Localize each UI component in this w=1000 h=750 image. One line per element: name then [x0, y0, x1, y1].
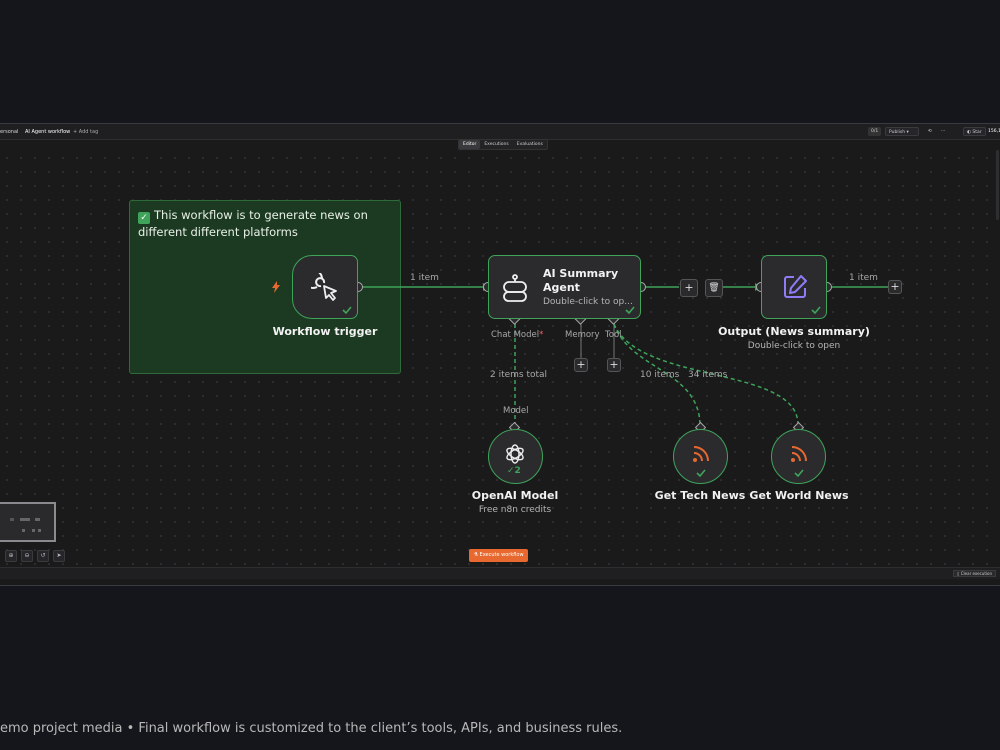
- rss-icon: [791, 446, 807, 462]
- add-next-node-button[interactable]: +: [888, 280, 902, 294]
- execute-workflow-button[interactable]: ⚗ Execute workflow: [469, 549, 528, 562]
- cursor-click-icon: [311, 273, 337, 301]
- edge-label-output: 1 item: [849, 273, 878, 283]
- zoom-out-icon[interactable]: ⊖: [21, 550, 33, 562]
- execute-workflow-label: Execute workflow: [479, 552, 524, 558]
- minimap-node: [20, 518, 30, 521]
- logs-bar: [0, 567, 1000, 579]
- caption-text: emo project media • Final workflow is cu…: [0, 721, 623, 736]
- output-subtitle: Double-click to open: [747, 341, 841, 351]
- add-tool-button[interactable]: +: [607, 358, 621, 372]
- agent-title: AI Summary Agent: [543, 267, 619, 294]
- pointer-tool-icon[interactable]: ➤: [53, 550, 65, 562]
- run-count: 2: [514, 466, 521, 476]
- edit-icon: [784, 275, 807, 298]
- rss-icon: [693, 446, 709, 462]
- insert-node-button[interactable]: +: [680, 279, 698, 297]
- trigger-title: Workflow trigger: [272, 325, 378, 338]
- openai-title: OpenAI Model: [471, 489, 559, 502]
- trash-icon: 🗑: [708, 283, 720, 293]
- screenshot: ersonal AI Agent workflow + Add tag 0/1 …: [0, 0, 1000, 750]
- edge-label-trigger-agent: 1 item: [410, 273, 439, 283]
- trigger-bolt-icon: [272, 281, 280, 293]
- minimap-node: [10, 518, 14, 521]
- trash-icon: ▯: [957, 571, 960, 576]
- minimap-node: [32, 529, 35, 532]
- minimap[interactable]: [0, 502, 56, 542]
- delete-connection-button[interactable]: 🗑: [705, 279, 723, 297]
- add-memory-button[interactable]: +: [574, 358, 588, 372]
- openai-subtitle: Free n8n credits: [478, 505, 552, 515]
- success-check-icon: [625, 306, 635, 314]
- success-check-icon: [342, 306, 352, 314]
- chat-model-port-label: Chat Model*: [491, 330, 543, 340]
- tech-news-title: Get Tech News: [654, 489, 746, 502]
- workflow-trigger-node[interactable]: [292, 255, 358, 319]
- success-check-icon: [696, 469, 706, 477]
- openai-run-badge: ✓2: [507, 466, 521, 476]
- get-world-news-node[interactable]: [771, 429, 826, 484]
- agent-subtitle: Double-click to op...: [543, 297, 633, 307]
- minimap-node: [38, 529, 41, 532]
- output-node[interactable]: [761, 255, 827, 319]
- success-check-icon: [794, 469, 804, 477]
- output-title: Output (News summary): [718, 325, 870, 338]
- edge-label-tech-items: 10 items: [640, 370, 680, 380]
- flask-icon: ⚗: [473, 552, 478, 558]
- openai-icon: [506, 444, 524, 464]
- world-news-title: Get World News: [749, 489, 849, 502]
- memory-port-label: Memory: [565, 330, 600, 340]
- reset-zoom-icon[interactable]: ↺: [37, 550, 49, 562]
- edge-label-world-items: 34 items: [688, 370, 728, 380]
- minimap-node: [22, 529, 25, 532]
- robot-icon: [503, 274, 527, 302]
- edge-label-model-items: 2 items total: [490, 370, 548, 380]
- model-port-label: Model: [503, 406, 529, 416]
- success-check-icon: ✓: [507, 466, 515, 476]
- openai-model-node[interactable]: ✓2: [488, 429, 543, 484]
- success-check-icon: [811, 306, 821, 314]
- zoom-in-icon[interactable]: ⊕: [5, 550, 17, 562]
- get-tech-news-node[interactable]: [673, 429, 728, 484]
- right-panel-scrollbar[interactable]: [996, 150, 999, 220]
- required-mark: *: [539, 330, 544, 340]
- tool-port-label: Tool: [605, 330, 622, 340]
- chat-model-label: Chat Model: [491, 330, 540, 340]
- clear-execution-button[interactable]: ▯ Clear execution: [953, 570, 996, 577]
- minimap-node: [35, 518, 40, 521]
- ai-agent-node[interactable]: AI Summary Agent Double-click to op...: [488, 255, 641, 319]
- clear-execution-label: Clear execution: [960, 571, 992, 576]
